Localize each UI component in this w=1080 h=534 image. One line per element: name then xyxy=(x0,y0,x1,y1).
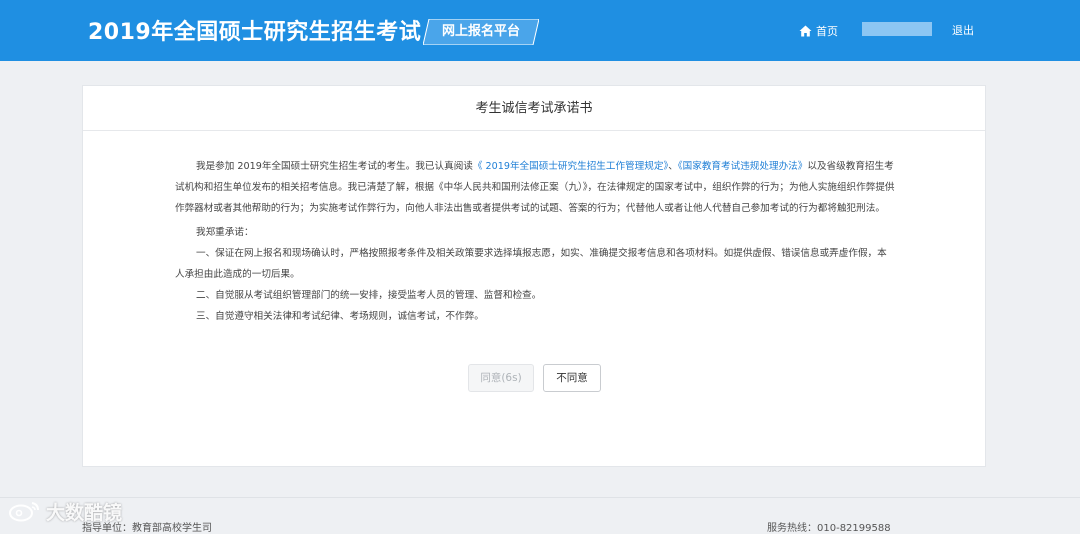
regulation-link-2[interactable]: 《国家教育考试违规处理办法》 xyxy=(678,161,808,172)
platform-badge: 网上报名平台 xyxy=(423,19,539,45)
footer-hotline: 服务热线：010-82199588 xyxy=(767,523,891,534)
pledge-paragraph-1: 我是参加 2019年全国硕士研究生招生考试的考生。我已认真阅读《 2019年全国… xyxy=(175,156,895,219)
watermark: 大数酷镜 xyxy=(8,497,122,525)
promise-intro: 我郑重承诺： xyxy=(196,227,254,238)
agree-button[interactable]: 同意(6s) xyxy=(468,364,534,392)
watermark-text: 大数酷镜 xyxy=(46,501,123,524)
regulation-link-1[interactable]: 《 2019年全国硕士研究生招生工作管理规定》 xyxy=(473,161,668,172)
home-link[interactable]: 首页 xyxy=(799,22,838,40)
user-name-redacted xyxy=(862,22,932,36)
footer-divider xyxy=(0,497,1080,498)
promise-item-1: 一、保证在网上报名和现场确认时，严格按照报考条件及相关政策要求选择填报志愿，如实… xyxy=(175,248,887,280)
pledge-para1-start: 我是参加 2019年全国硕士研究生招生考试的考生。我已认真阅读 xyxy=(196,161,473,172)
pledge-panel: 考生诚信考试承诺书 我是参加 2019年全国硕士研究生招生考试的考生。我已认真阅… xyxy=(82,85,986,467)
promise-item-2: 二、自觉服从考试组织管理部门的统一安排，接受监考人员的管理、监督和检查。 xyxy=(196,290,542,301)
platform-label: 网上报名平台 xyxy=(441,24,520,39)
promise-item-3: 三、自觉遵守相关法律和考试纪律、考场规则，诚信考试，不作弊。 xyxy=(196,311,484,322)
pledge-title: 考生诚信考试承诺书 xyxy=(83,86,985,131)
home-label: 首页 xyxy=(816,25,838,38)
pledge-para1-sep: 、 xyxy=(668,161,678,172)
top-header: 2019年全国硕士研究生招生考试 网上报名平台 首页 退出 xyxy=(0,0,1080,61)
weibo-logo-icon xyxy=(9,502,39,522)
site-title: 2019年全国硕士研究生招生考试 xyxy=(88,20,422,45)
pledge-body: 我是参加 2019年全国硕士研究生招生考试的考生。我已认真阅读《 2019年全国… xyxy=(175,156,895,327)
home-icon xyxy=(799,25,812,37)
logout-link[interactable]: 退出 xyxy=(952,22,974,38)
disagree-button[interactable]: 不同意 xyxy=(543,364,601,392)
